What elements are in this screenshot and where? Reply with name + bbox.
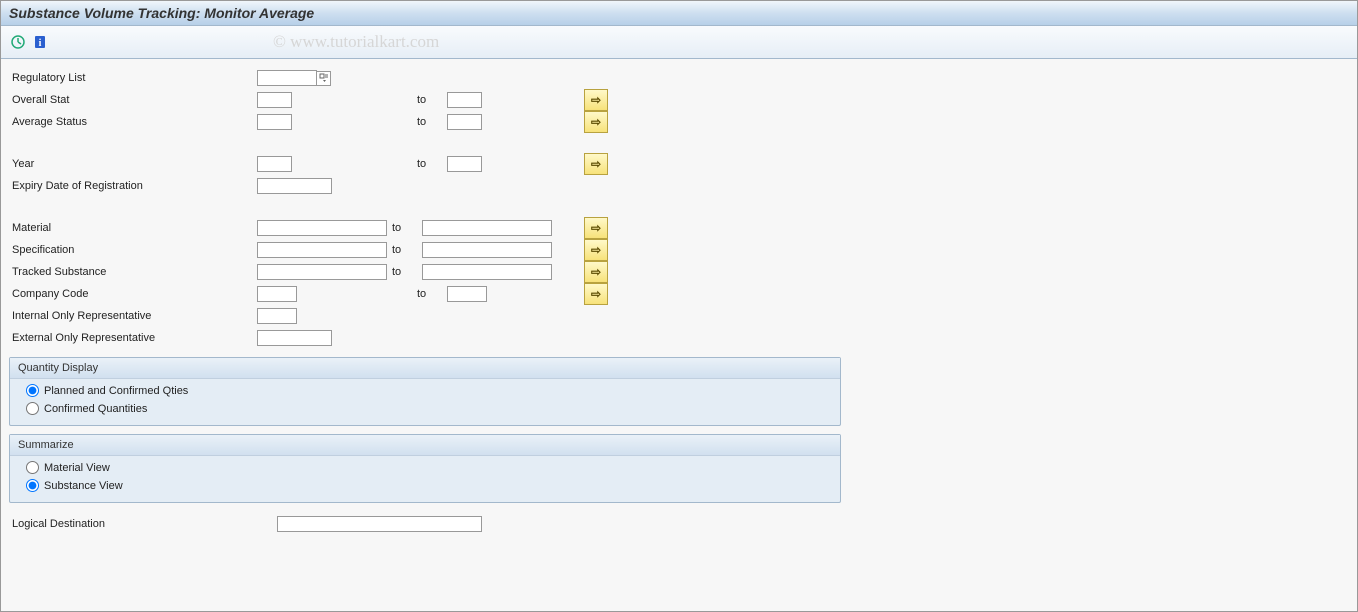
label-tracked-substance: Tracked Substance	[9, 266, 257, 278]
label-planned-confirmed: Planned and Confirmed Qties	[44, 385, 188, 397]
label-material-view: Material View	[44, 462, 110, 474]
label-to: to	[392, 244, 422, 256]
label-to: to	[417, 288, 447, 300]
label-confirmed: Confirmed Quantities	[44, 403, 147, 415]
summarize-group: Summarize Material View Substance View	[9, 434, 841, 503]
label-specification: Specification	[9, 244, 257, 256]
company-code-from-input[interactable]	[257, 286, 297, 302]
average-status-to-input[interactable]	[447, 114, 482, 130]
material-to-input[interactable]	[422, 220, 552, 236]
tracked-substance-to-input[interactable]	[422, 264, 552, 280]
label-to: to	[417, 116, 447, 128]
tracked-substance-from-input[interactable]	[257, 264, 387, 280]
label-year: Year	[9, 158, 257, 170]
label-to: to	[392, 222, 422, 234]
material-from-input[interactable]	[257, 220, 387, 236]
label-internal-rep: Internal Only Representative	[9, 310, 257, 322]
label-to: to	[417, 94, 447, 106]
page-title: Substance Volume Tracking: Monitor Avera…	[9, 5, 314, 21]
average-status-from-input[interactable]	[257, 114, 292, 130]
specification-to-input[interactable]	[422, 242, 552, 258]
toolbar: i © www.tutorialkart.com	[1, 26, 1357, 59]
label-external-rep: External Only Representative	[9, 332, 257, 344]
radio-planned-confirmed[interactable]	[26, 384, 39, 397]
overall-stat-from-input[interactable]	[257, 92, 292, 108]
average-status-more-button[interactable]	[584, 111, 608, 133]
label-expiry-date: Expiry Date of Registration	[9, 180, 257, 192]
svg-text:i: i	[39, 38, 42, 49]
label-company-code: Company Code	[9, 288, 257, 300]
tracked-substance-more-button[interactable]	[584, 261, 608, 283]
label-to: to	[417, 158, 447, 170]
radio-confirmed[interactable]	[26, 402, 39, 415]
specification-from-input[interactable]	[257, 242, 387, 258]
quantity-display-group: Quantity Display Planned and Confirmed Q…	[9, 357, 841, 426]
regulatory-list-f4-icon[interactable]	[317, 71, 331, 86]
label-average-status: Average Status	[9, 116, 257, 128]
radio-material-view[interactable]	[26, 461, 39, 474]
year-to-input[interactable]	[447, 156, 482, 172]
search-help-icon	[319, 73, 329, 83]
label-logical-destination: Logical Destination	[9, 518, 277, 530]
specification-more-button[interactable]	[584, 239, 608, 261]
info-button[interactable]: i	[31, 33, 49, 51]
material-more-button[interactable]	[584, 217, 608, 239]
internal-rep-input[interactable]	[257, 308, 297, 324]
quantity-display-title: Quantity Display	[10, 358, 840, 379]
label-regulatory-list: Regulatory List	[9, 72, 257, 84]
company-code-to-input[interactable]	[447, 286, 487, 302]
title-bar: Substance Volume Tracking: Monitor Avera…	[1, 1, 1357, 26]
year-from-input[interactable]	[257, 156, 292, 172]
regulatory-list-input[interactable]	[257, 70, 317, 86]
label-material: Material	[9, 222, 257, 234]
expiry-date-input[interactable]	[257, 178, 332, 194]
watermark: © www.tutorialkart.com	[273, 32, 439, 52]
logical-destination-input[interactable]	[277, 516, 482, 532]
external-rep-input[interactable]	[257, 330, 332, 346]
label-to: to	[392, 266, 422, 278]
info-icon: i	[33, 35, 47, 49]
radio-substance-view[interactable]	[26, 479, 39, 492]
clock-execute-icon	[10, 34, 26, 50]
overall-stat-more-button[interactable]	[584, 89, 608, 111]
company-code-more-button[interactable]	[584, 283, 608, 305]
execute-button[interactable]	[9, 33, 27, 51]
label-overall-stat: Overall Stat	[9, 94, 257, 106]
summarize-title: Summarize	[10, 435, 840, 456]
overall-stat-to-input[interactable]	[447, 92, 482, 108]
label-substance-view: Substance View	[44, 480, 123, 492]
year-more-button[interactable]	[584, 153, 608, 175]
